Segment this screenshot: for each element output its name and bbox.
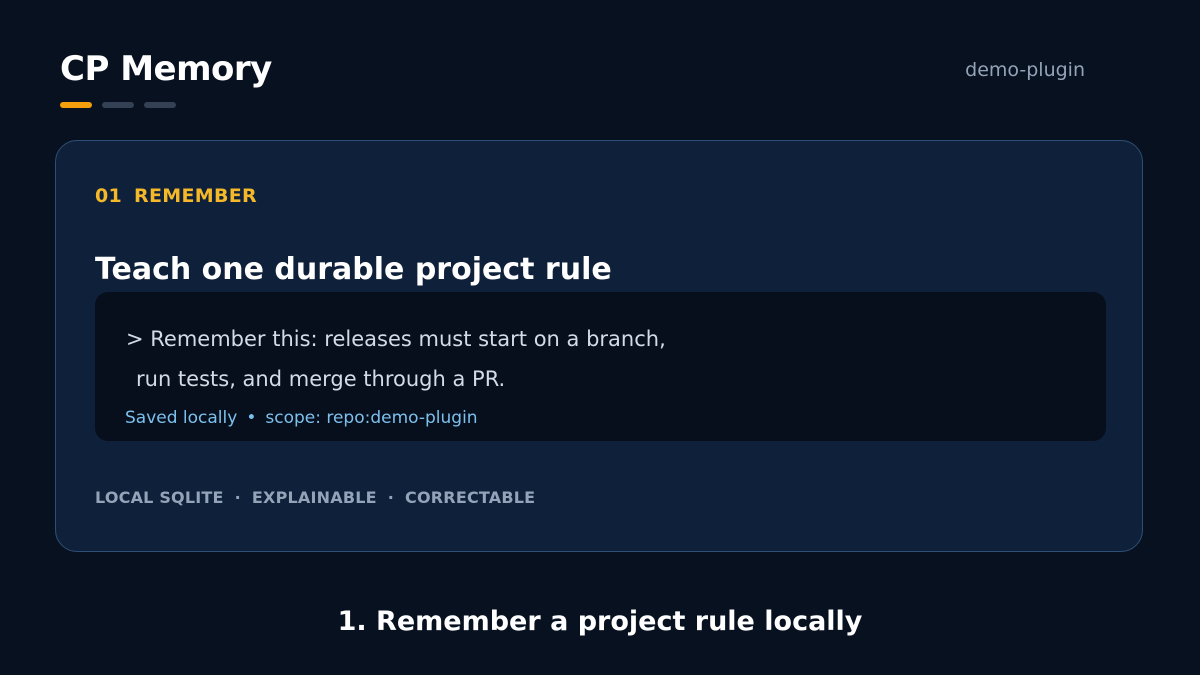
prompt-box: > Remember this: releases must start on … [95, 292, 1106, 441]
feature-separator: · [387, 488, 395, 507]
step-indicator [60, 102, 176, 108]
feature-explainable: EXPLAINABLE [251, 488, 377, 507]
card-headline: Teach one durable project rule [95, 252, 612, 288]
memory-scope: scope: repo:demo-plugin [265, 408, 478, 428]
step-indicator-2 [102, 102, 134, 108]
step-name: REMEMBER [134, 185, 257, 207]
feature-correctable: CORRECTABLE [405, 488, 536, 507]
step-number: 01 [95, 185, 123, 207]
prompt-line-1: > Remember this: releases must start on … [126, 327, 666, 351]
status-separator: • [246, 408, 257, 428]
memory-step-card: 01 REMEMBER Teach one durable project rul… [55, 140, 1143, 552]
saved-status-label: Saved locally [125, 408, 238, 428]
feature-local-sqlite: LOCAL SQLITE [95, 488, 224, 507]
step-indicator-1 [60, 102, 92, 108]
step-caption: 1. Remember a project rule locally [337, 606, 863, 637]
feature-list: LOCAL SQLITE · EXPLAINABLE · CORRECTABLE [95, 487, 535, 509]
project-name: demo-plugin [965, 59, 1085, 81]
save-status: Saved locally • scope: repo:demo-plugin [125, 406, 478, 430]
app-title: CP Memory [60, 49, 272, 89]
feature-separator: · [234, 488, 241, 507]
step-indicator-3 [144, 102, 176, 108]
step-label: 01 REMEMBER [95, 183, 257, 209]
prompt-line-2: run tests, and merge through a PR. [136, 367, 506, 391]
